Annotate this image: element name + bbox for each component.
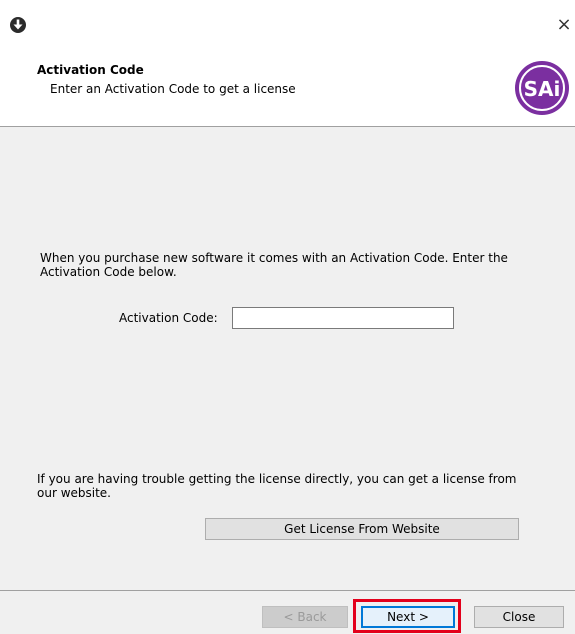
wizard-header: Activation Code Enter an Activation Code…	[0, 50, 575, 127]
sai-logo-text: SAi	[524, 77, 561, 101]
page-title: Activation Code	[37, 63, 144, 77]
intro-text: When you purchase new software it comes …	[40, 251, 508, 279]
trouble-text: If you are having trouble getting the li…	[37, 472, 517, 500]
window-close-icon[interactable]: ×	[553, 14, 575, 36]
page-subtitle: Enter an Activation Code to get a licens…	[50, 82, 296, 96]
back-button[interactable]: < Back	[262, 606, 348, 628]
title-bar: ×	[0, 0, 575, 50]
get-license-website-button[interactable]: Get License From Website	[205, 518, 519, 540]
sai-logo: SAi	[515, 61, 569, 115]
activation-code-label: Activation Code:	[119, 311, 218, 325]
close-button[interactable]: Close	[474, 606, 564, 628]
download-icon	[10, 17, 26, 33]
activation-code-input[interactable]	[232, 307, 454, 329]
next-button-highlight	[353, 599, 461, 633]
